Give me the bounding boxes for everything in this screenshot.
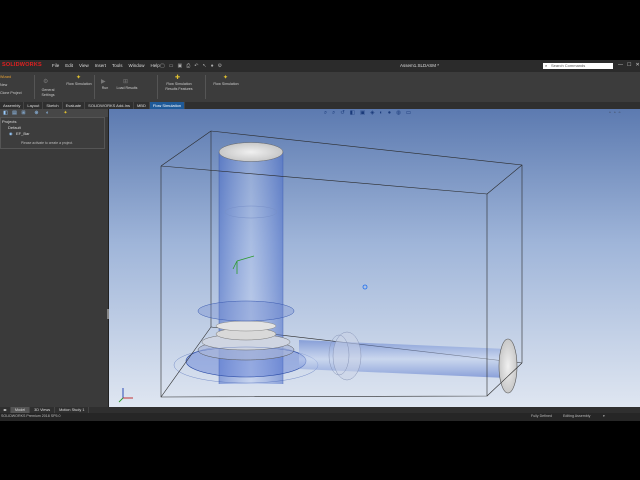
menu-file[interactable]: File bbox=[52, 63, 59, 68]
flow-simulation-button-2[interactable]: Flow Simulation bbox=[213, 82, 239, 87]
units-icon[interactable]: ▾ bbox=[603, 414, 605, 418]
options-icon[interactable]: ⚙ bbox=[218, 63, 222, 69]
run-icon[interactable]: ▶ bbox=[101, 78, 106, 85]
horizontal-pipe bbox=[299, 331, 518, 394]
menu-help[interactable]: Help bbox=[151, 63, 160, 68]
tab-addins[interactable]: SOLIDWORKS Add-Ins bbox=[85, 102, 134, 109]
version-text: SOLIDWORKS Premium 2018 SP5.0 bbox=[1, 414, 61, 418]
separator bbox=[205, 75, 206, 99]
rebuild-icon[interactable]: ● bbox=[211, 63, 214, 69]
load-results-button[interactable]: Load Results bbox=[113, 86, 141, 91]
view-triad-icon bbox=[118, 388, 133, 403]
flow2-icon[interactable]: ✦ bbox=[223, 74, 228, 81]
general-settings-button[interactable]: General Settings bbox=[38, 88, 58, 97]
display-manager-icon[interactable]: ◐ bbox=[44, 110, 51, 116]
tab-sketch[interactable]: Sketch bbox=[43, 102, 63, 109]
separator bbox=[34, 75, 35, 99]
config-manager-icon[interactable]: ⊞ bbox=[20, 110, 27, 116]
panel-toolbar: ◧ ▤ ⊞ ⊕ ◐ ✦ bbox=[0, 109, 108, 117]
results-features-button[interactable]: Flow Simulation Results Features bbox=[162, 82, 196, 91]
clone-project-button[interactable]: Clone Project bbox=[0, 91, 22, 96]
menu-tools[interactable]: Tools bbox=[112, 63, 123, 68]
menu-insert[interactable]: Insert bbox=[95, 63, 106, 68]
feature-tree-icon[interactable]: ◧ bbox=[2, 110, 9, 116]
panel-hint: Please activate to create a project. bbox=[21, 141, 74, 145]
upper-flange bbox=[197, 300, 295, 322]
pipe-flange bbox=[332, 331, 362, 381]
maximize-button[interactable]: ☐ bbox=[627, 62, 631, 68]
settings-icon[interactable]: ⚙ bbox=[43, 78, 48, 85]
quick-access-toolbar: ▢ ▭ ▣ ⎙ ↶ ↖ ● ⚙ bbox=[160, 63, 222, 69]
valve-assembly bbox=[173, 300, 319, 384]
separator bbox=[157, 75, 158, 99]
results-icon[interactable]: ✚ bbox=[175, 74, 180, 81]
search-input[interactable]: Search Commands bbox=[543, 63, 613, 69]
flow-analysis-tree-icon[interactable]: ✦ bbox=[62, 110, 69, 116]
flow-icon[interactable]: ✦ bbox=[76, 74, 81, 81]
document-title: Assem1.SLDASM * bbox=[400, 63, 440, 68]
pipe-inlet-lid bbox=[218, 142, 284, 162]
status-bar: SOLIDWORKS Premium 2018 SP5.0 Fully Defi… bbox=[0, 413, 640, 421]
tree-item-part[interactable]: EF_Bar bbox=[16, 131, 30, 136]
load-icon[interactable]: ⊞ bbox=[123, 78, 128, 85]
save-icon[interactable]: ▣ bbox=[177, 63, 182, 69]
tree-item-default[interactable]: Default bbox=[8, 125, 21, 130]
window-controls: — ☐ ✕ bbox=[618, 62, 640, 68]
solidworks-logo[interactable]: SOLIDWORKS bbox=[2, 62, 42, 70]
menu-edit[interactable]: Edit bbox=[65, 63, 73, 68]
select-icon[interactable]: ↖ bbox=[202, 63, 206, 69]
tab-assembly[interactable]: Assembly bbox=[0, 102, 25, 109]
command-tabs: Assembly Layout Sketch Evaluate SOLIDWOR… bbox=[0, 102, 640, 109]
editing-status: Editing Assembly bbox=[563, 414, 591, 418]
tab-flow-simulation[interactable]: Flow Simulation bbox=[149, 102, 186, 109]
separator bbox=[94, 75, 95, 99]
pipe-outlet-lid bbox=[498, 338, 518, 394]
command-manager: Wizard New Clone Project ⚙ General Setti… bbox=[0, 72, 640, 103]
graphics-viewport[interactable]: ⌕ ⌕ ↺ ◧ ▣ ◈ ◐ ● ◍ ▭ ▫ ▫ ▫ bbox=[109, 109, 640, 407]
component-icon: ◉ bbox=[9, 131, 13, 136]
fully-defined-status: Fully Defined bbox=[531, 414, 552, 418]
solidworks-window: SOLIDWORKS File Edit View Insert Tools W… bbox=[0, 60, 640, 421]
tab-layout[interactable]: Layout bbox=[24, 102, 44, 109]
tab-evaluate[interactable]: Evaluate bbox=[63, 102, 86, 109]
feature-manager-panel: ◧ ▤ ⊞ ⊕ ◐ ✦ Projects Default ◉ EF_Bar Pl… bbox=[0, 109, 110, 409]
flow-simulation-button[interactable]: Flow Simulation bbox=[66, 82, 92, 87]
dimxpert-icon[interactable]: ⊕ bbox=[33, 110, 40, 116]
analysis-tree: Projects Default ◉ EF_Bar Please activat… bbox=[0, 117, 105, 149]
tree-root[interactable]: Projects bbox=[2, 119, 16, 124]
menu-view[interactable]: View bbox=[79, 63, 89, 68]
property-manager-icon[interactable]: ▤ bbox=[11, 110, 18, 116]
model-graphics bbox=[118, 130, 523, 403]
menu-window[interactable]: Window bbox=[129, 63, 145, 68]
open-icon[interactable]: ▭ bbox=[169, 63, 174, 69]
close-button[interactable]: ✕ bbox=[635, 62, 639, 68]
minimize-button[interactable]: — bbox=[618, 62, 623, 68]
wizard-button[interactable]: Wizard bbox=[0, 75, 11, 80]
reference-point-icon bbox=[362, 284, 368, 290]
title-bar: SOLIDWORKS File Edit View Insert Tools W… bbox=[0, 60, 640, 72]
tab-mbd[interactable]: MBD bbox=[134, 102, 150, 109]
run-button[interactable]: Run bbox=[98, 86, 112, 91]
new-icon[interactable]: ▢ bbox=[160, 63, 165, 69]
print-icon[interactable]: ⎙ bbox=[186, 63, 190, 69]
new-project-button[interactable]: New bbox=[0, 83, 7, 88]
undo-icon[interactable]: ↶ bbox=[194, 63, 198, 69]
search-icon: ⌕ bbox=[545, 63, 548, 68]
menu-bar: File Edit View Insert Tools Window Help bbox=[52, 63, 160, 68]
